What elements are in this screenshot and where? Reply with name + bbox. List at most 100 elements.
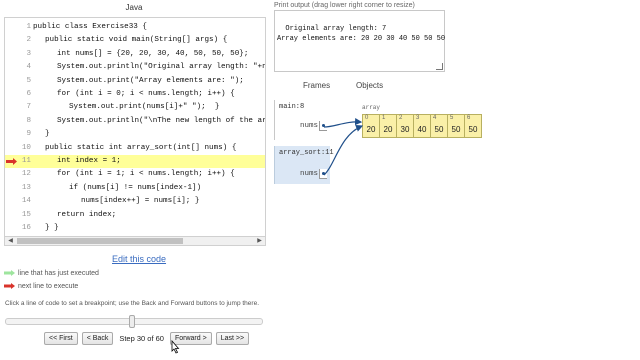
navigation-bar: << First < Back Step 30 of 60 Forward > … [44, 331, 250, 345]
language-label: Java [125, 3, 143, 12]
code-text: int index = 1; [57, 157, 121, 165]
array-cell: 0 20 [362, 114, 380, 138]
scroll-left-icon[interactable]: ◀ [6, 237, 15, 245]
code-line[interactable]: 1 public class Exercise33 { [5, 21, 265, 34]
code-line[interactable]: 7 System.out.print(nums[i]+" "); } [5, 101, 265, 114]
step-counter: Step 30 of 60 [119, 333, 164, 343]
array-value: 50 [451, 125, 461, 134]
line-number: 11 [21, 157, 31, 165]
breakpoint-help-text: Click a line of code to set a breakpoint… [5, 300, 260, 307]
array-type-label: array [362, 104, 381, 111]
first-button[interactable]: << First [44, 331, 78, 345]
print-output-label: Print output (drag lower right corner to… [274, 2, 415, 9]
code-editor[interactable]: 1 public class Exercise33 {2 public static… [4, 17, 266, 237]
print-output-box[interactable]: Original array length: 7 Array elements … [274, 10, 445, 72]
array-cell: 2 30 [396, 114, 414, 138]
line-number: 6 [26, 90, 31, 98]
code-text: if (nums[i] != nums[index-1]) [69, 183, 202, 192]
code-line[interactable]: 10 public static int array_sort(int[] num… [5, 142, 265, 155]
code-text: for (int i = 1; i < nums.length; i++) { [57, 170, 235, 179]
array-index: 5 [450, 115, 454, 121]
last-button[interactable]: Last >> [215, 331, 250, 345]
code-line[interactable]: 15 return index; [5, 209, 265, 222]
stack-frame-array-sort: array_sort:11 nums [274, 146, 334, 184]
scrollbar-thumb[interactable] [17, 238, 183, 244]
line-number: 12 [21, 170, 31, 179]
line-number: 9 [26, 130, 31, 139]
array-index: 0 [365, 115, 369, 121]
variable-name: nums [299, 170, 318, 178]
line-number: 15 [21, 210, 31, 219]
step-slider[interactable] [5, 315, 263, 328]
pointer-slot [319, 169, 327, 179]
scroll-right-icon[interactable]: ▶ [255, 237, 264, 245]
code-line[interactable]: 2 public static void main(String[] args) … [5, 34, 265, 47]
line-number: 5 [26, 76, 31, 85]
array-index: 2 [399, 115, 403, 121]
line-number: 8 [26, 116, 31, 125]
legend-executed: line that has just executed [4, 270, 99, 277]
resize-handle-icon[interactable] [436, 63, 443, 70]
code-text: } } [45, 224, 59, 232]
code-line[interactable]: 6 for (int i = 0; i < nums.length; i++) { [5, 88, 265, 101]
stack-frame-main: main:8 nums [274, 100, 330, 140]
back-button[interactable]: < Back [81, 331, 114, 345]
code-line[interactable]: 5 System.out.print("Array elements are: "… [5, 75, 265, 88]
array-object: 0 20 1 20 2 30 3 40 4 50 5 50 6 50 [362, 114, 482, 138]
pointer-dot-icon [322, 124, 325, 127]
code-text: } [45, 130, 50, 139]
array-cell: 1 20 [379, 114, 397, 138]
array-value: 20 [366, 125, 376, 134]
line-number: 4 [26, 63, 31, 72]
array-index: 3 [416, 115, 420, 121]
array-value: 50 [434, 125, 444, 134]
code-line[interactable]: 9} [5, 128, 265, 141]
array-index: 6 [467, 115, 471, 121]
edit-code-link[interactable]: Edit this code [112, 254, 166, 264]
code-text: public class Exercise33 { [33, 23, 147, 31]
executed-arrow-icon [4, 270, 15, 277]
code-line[interactable]: 11 int index = 1; [5, 155, 265, 168]
frames-header: Frames [303, 81, 331, 90]
code-line[interactable]: 3 int nums[] = {20, 20, 30, 40, 50, 50, 5… [5, 48, 265, 61]
line-number: 16 [21, 224, 31, 232]
code-line[interactable]: 4 System.out.println("Original array leng… [5, 61, 265, 74]
slider-handle[interactable] [128, 315, 135, 328]
code-text: public static int array_sort(int[] nums)… [45, 143, 237, 152]
frame-name: main:8 [279, 103, 305, 111]
pointer-dot-icon [322, 172, 325, 175]
array-cell: 3 40 [413, 114, 431, 138]
pointer-slot [319, 121, 327, 131]
legend-next-label: next line to execute [18, 283, 79, 290]
code-text: for (int i = 0; i < nums.length; i++) { [57, 90, 235, 98]
array-value: 20 [383, 125, 393, 134]
code-text: System.out.println("\nThe new length of … [57, 116, 266, 125]
code-text: System.out.println("Original array lengt… [57, 63, 265, 72]
code-line[interactable]: 16 } } [5, 222, 265, 235]
array-value: 50 [468, 125, 478, 134]
array-value: 40 [417, 125, 427, 134]
code-text: public static void main(String[] args) { [45, 36, 228, 45]
array-index: 1 [382, 115, 386, 121]
code-line[interactable]: 14 nums[index++] = nums[i]; } [5, 195, 265, 208]
mouse-cursor-icon [171, 340, 180, 354]
next-arrow-icon [4, 283, 15, 290]
code-line[interactable]: 13 if (nums[i] != nums[index-1]) [5, 182, 265, 195]
code-text: System.out.print("Array elements are: ")… [57, 76, 244, 85]
print-output-text: Original array length: 7 Array elements … [277, 25, 446, 43]
array-cell: 6 50 [464, 114, 482, 138]
code-text: nums[index++] = nums[i]; } [81, 197, 200, 206]
variable-name: nums [299, 122, 318, 130]
line-number: 14 [21, 197, 31, 206]
code-line[interactable]: 12 for (int i = 1; i < nums.length; i++) … [5, 168, 265, 181]
frame-name: array_sort:11 [279, 149, 334, 157]
line-number: 13 [21, 183, 31, 192]
line-number: 7 [26, 103, 31, 112]
code-line[interactable]: 8 System.out.println("\nThe new length of… [5, 115, 266, 128]
line-number: 3 [26, 49, 31, 58]
legend-executed-label: line that has just executed [18, 270, 99, 277]
array-cell: 4 50 [430, 114, 448, 138]
code-text: System.out.print(nums[i]+" "); } [69, 103, 220, 112]
code-horizontal-scrollbar[interactable]: ◀ ▶ [4, 237, 266, 246]
code-text: int nums[] = {20, 20, 30, 40, 50, 50, 50… [57, 49, 249, 58]
